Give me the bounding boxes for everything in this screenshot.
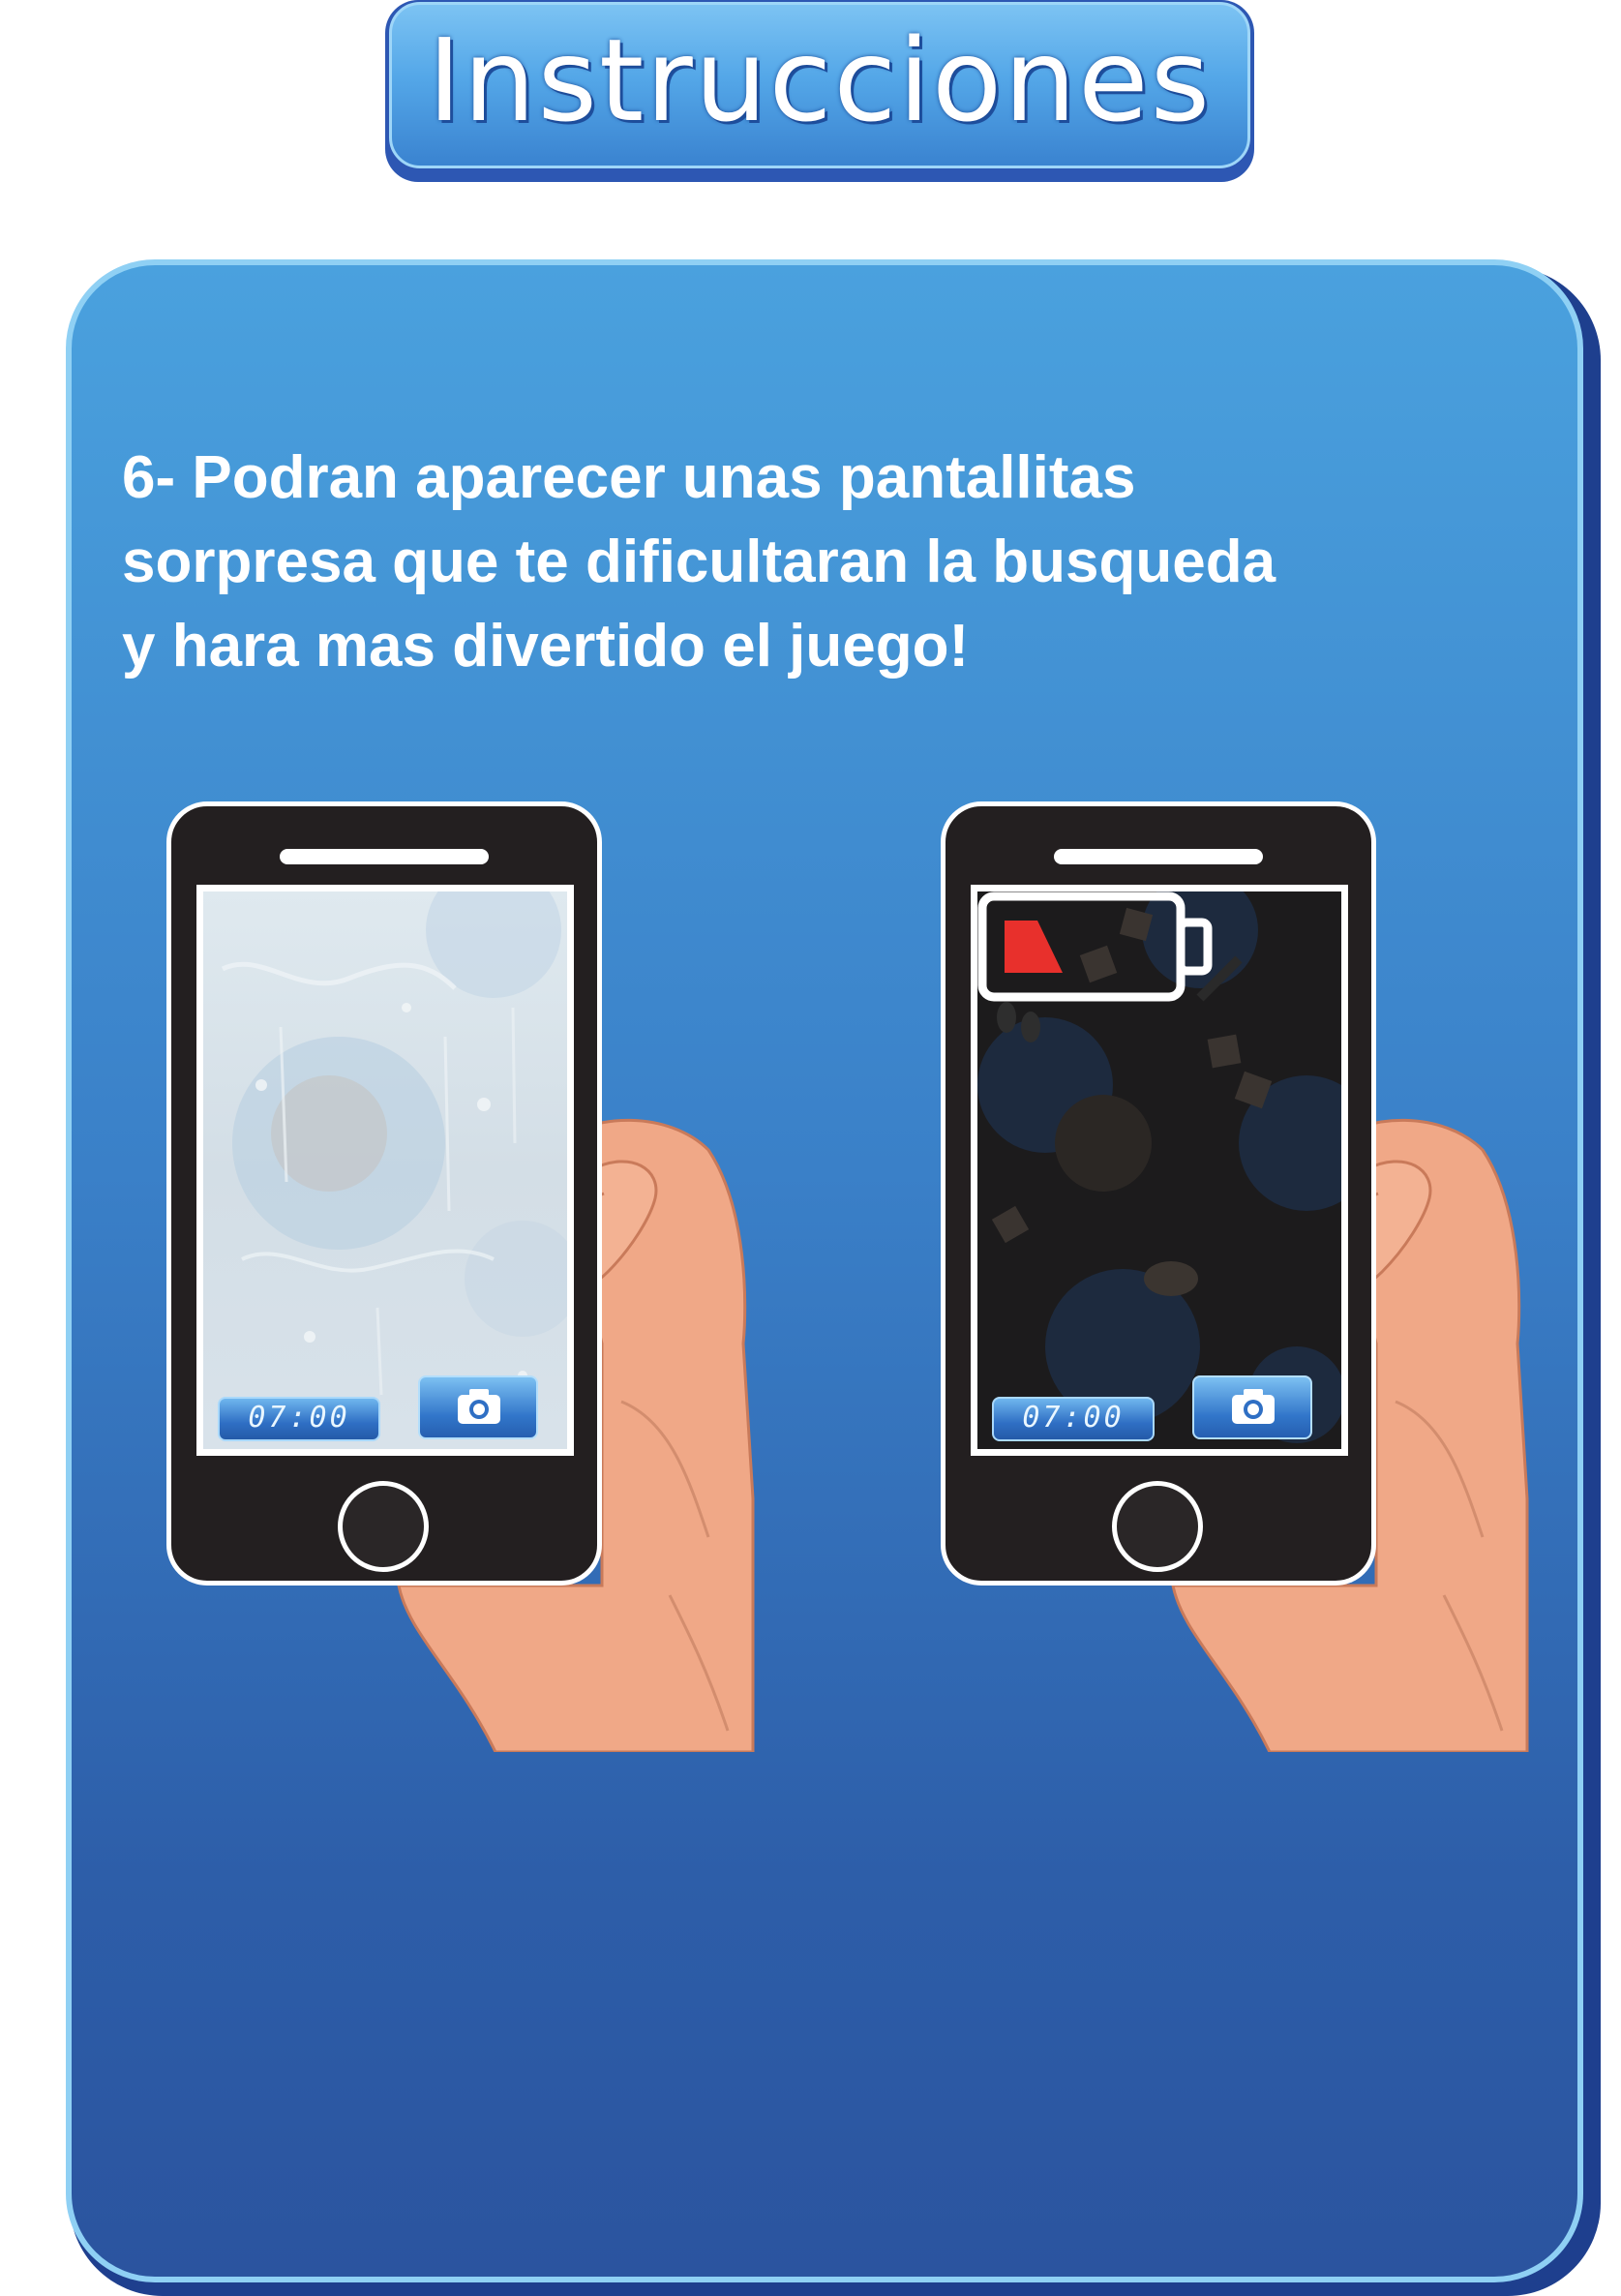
phone: 07:00 [941, 801, 1376, 1586]
phone: 07:00 [166, 801, 602, 1586]
camera-button[interactable] [418, 1375, 538, 1439]
fogged-screen: 07:00 [203, 891, 567, 1449]
phone-scene-fog: 07:00 [166, 801, 766, 1752]
instruction-text: 6- Podran aparecer unas pantallitas sorp… [122, 444, 1276, 680]
fog-texture [203, 891, 567, 1449]
camera-icon [458, 1389, 500, 1424]
timer-display: 07:00 [992, 1397, 1155, 1441]
dark-screen: 07:00 [977, 891, 1341, 1449]
phone-speaker [280, 849, 489, 864]
low-battery-icon [977, 891, 1213, 1002]
home-button [1112, 1481, 1203, 1572]
phone-speaker [1054, 849, 1263, 864]
phone-screen: 07:00 [196, 885, 574, 1456]
title-banner-face: Instrucciones [389, 2, 1250, 168]
timer-display: 07:00 [218, 1397, 380, 1441]
camera-button[interactable] [1192, 1375, 1312, 1439]
home-button [338, 1481, 429, 1572]
title-banner: Instrucciones [385, 0, 1254, 182]
camera-icon [1232, 1389, 1275, 1424]
page-title: Instrucciones [427, 14, 1213, 147]
phone-screen: 07:00 [971, 885, 1348, 1456]
phone-scene-battery: 07:00 [941, 801, 1541, 1752]
